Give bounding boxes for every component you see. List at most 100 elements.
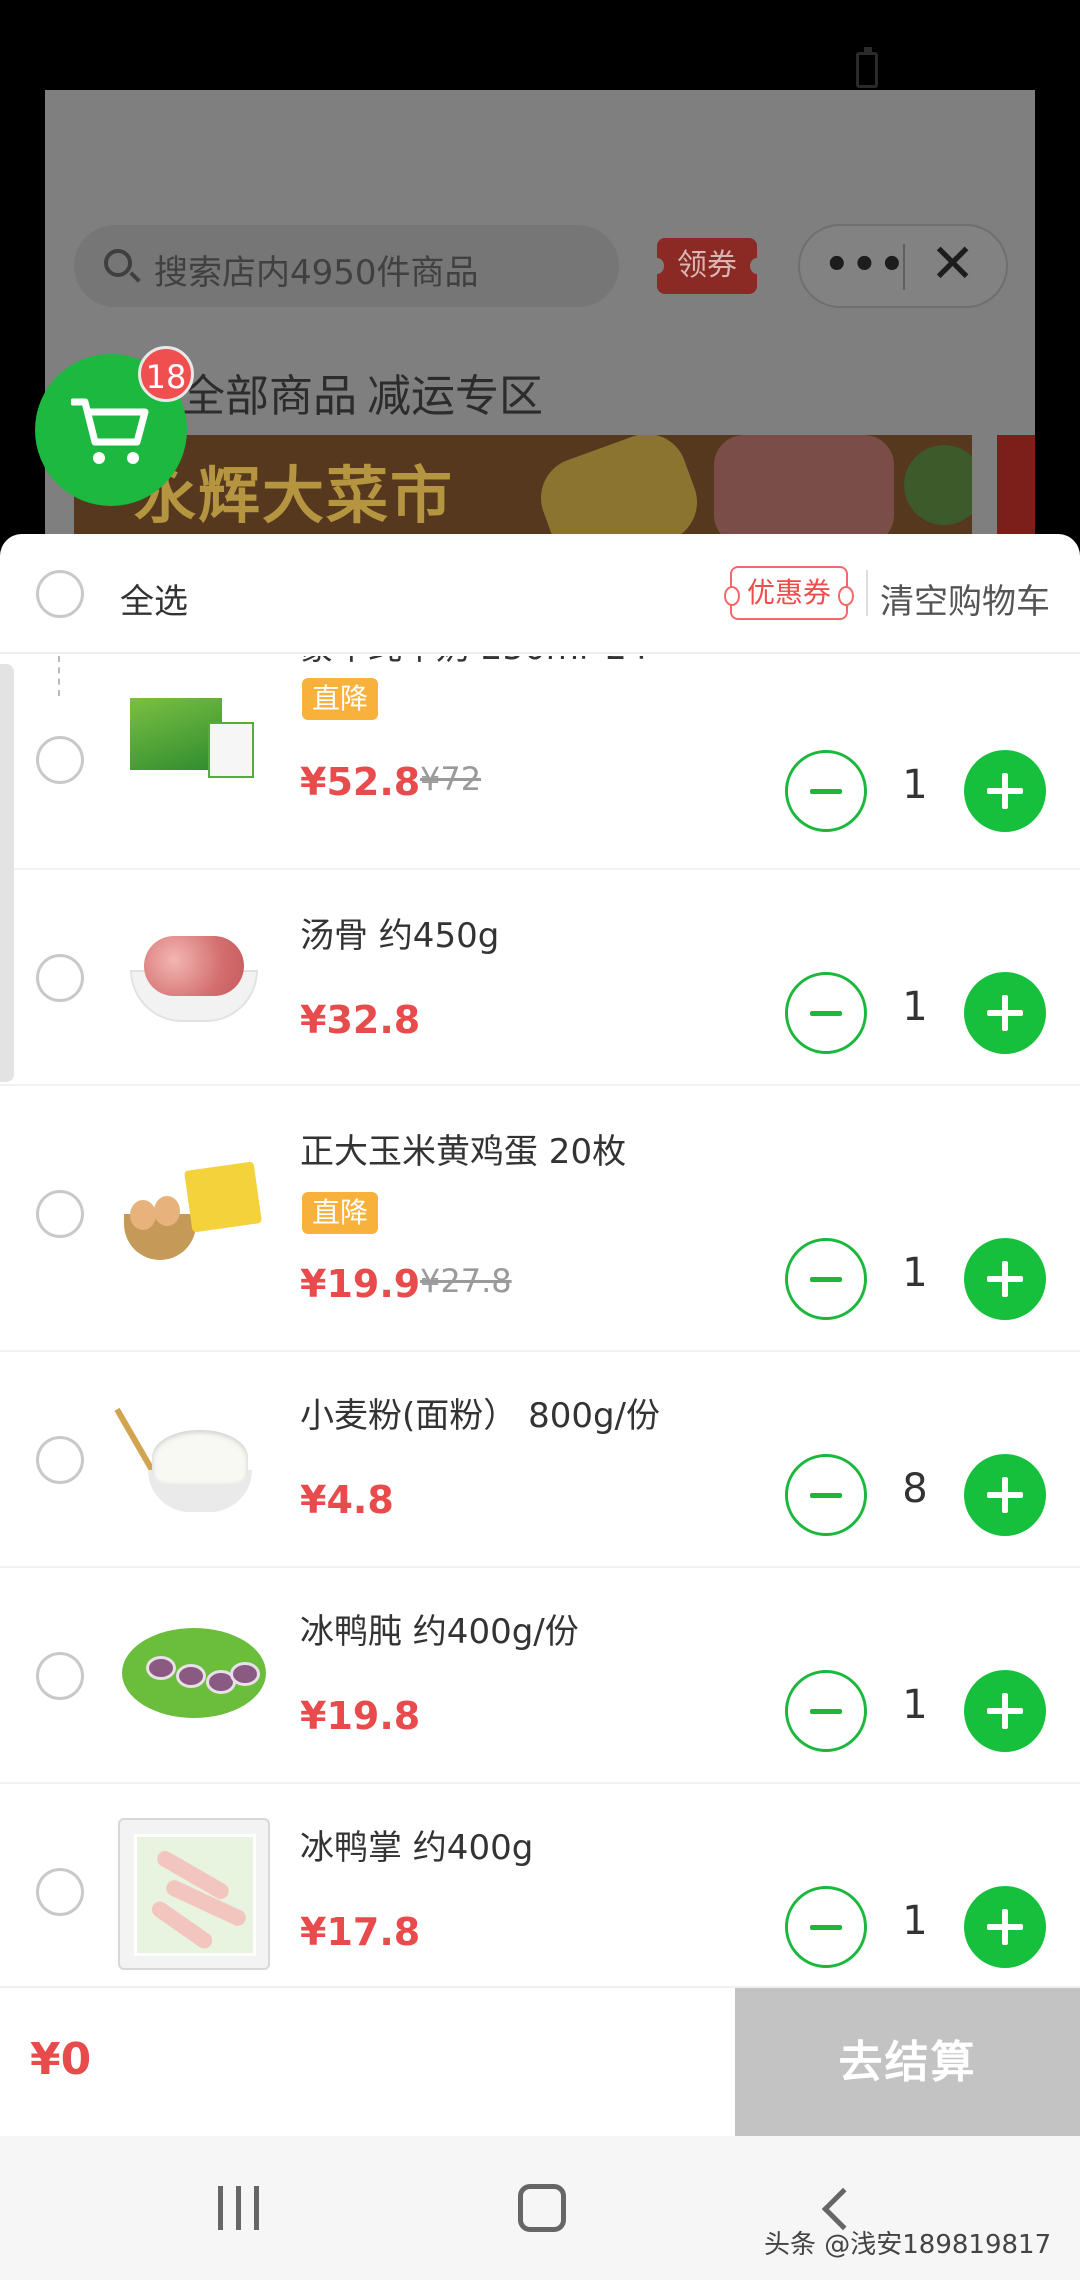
cart-header: 全选 优惠券 清空购物车	[0, 534, 1080, 654]
product-name[interactable]: 正大玉米黄鸡蛋 20枚	[300, 1124, 626, 1173]
increase-quantity-button[interactable]	[964, 1670, 1046, 1752]
quantity-value: 8	[902, 1466, 928, 1512]
watermark: 头条 @浅安189819817	[764, 2230, 1052, 2260]
search-placeholder: 搜索店内4950件商品	[154, 253, 479, 293]
tray-image	[134, 1834, 256, 1956]
price-drop-badge: 直降	[302, 678, 379, 720]
system-nav-bar: 头条 @浅安189819817	[0, 2136, 1080, 2280]
cart-item-list[interactable]: 蒙牛纯牛奶 250ml*24 直降 ¥52.8 ¥72 1 汤骨 约450g ¥…	[0, 656, 1080, 1990]
product-image[interactable]	[118, 900, 270, 1052]
increase-quantity-button[interactable]	[964, 1886, 1046, 1968]
tab-all-products[interactable]: 全部商品	[181, 360, 357, 424]
header-divider	[866, 570, 868, 616]
quantity-value: 1	[902, 1682, 928, 1728]
product-name[interactable]: 小麦粉(面粉） 800g/份	[300, 1388, 660, 1437]
cart-footer: ¥0 去结算	[0, 1986, 1080, 2136]
item-checkbox[interactable]	[36, 1190, 84, 1238]
quantity-value: 1	[902, 984, 928, 1030]
home-icon[interactable]	[518, 2184, 566, 2232]
original-price: ¥72	[420, 760, 482, 798]
product-image[interactable]	[118, 1136, 270, 1288]
cart-count-badge: 18	[138, 346, 194, 402]
decrease-quantity-button[interactable]	[785, 1670, 867, 1752]
cart-item: 冰鸭掌 约400g ¥17.8 1	[0, 1784, 1080, 1990]
product-price: ¥4.8	[300, 1478, 394, 1522]
quantity-value: 1	[902, 1898, 928, 1944]
item-checkbox[interactable]	[36, 736, 84, 784]
promo-banner[interactable]: 永辉大菜市	[74, 435, 972, 540]
decrease-quantity-button[interactable]	[785, 1454, 867, 1536]
cart-item: 正大玉米黄鸡蛋 20枚 直降 ¥19.9 ¥27.8 1	[0, 1086, 1080, 1352]
select-all-label[interactable]: 全选	[120, 574, 188, 623]
increase-quantity-button[interactable]	[964, 1238, 1046, 1320]
product-price: ¥19.9	[300, 1262, 421, 1306]
cart-item: 冰鸭肫 约400g/份 ¥19.8 1	[0, 1568, 1080, 1784]
duck-gizzard-image	[230, 1662, 260, 1686]
banner-corn-image	[529, 435, 709, 540]
store-page-background: 搜索店内4950件商品 领券 ••• ✕ 全部商品 减运专区 永辉大菜市	[45, 90, 1035, 540]
status-bar	[0, 0, 1080, 90]
banner-broccoli-image	[904, 445, 972, 525]
get-coupon-button[interactable]: 领券	[650, 238, 764, 294]
flour-image	[152, 1430, 248, 1484]
increase-quantity-button[interactable]	[964, 750, 1046, 832]
duck-gizzard-image	[146, 1656, 176, 1680]
cart-item: 小麦粉(面粉） 800g/份 ¥4.8 8	[0, 1352, 1080, 1568]
item-checkbox[interactable]	[36, 1436, 84, 1484]
price-drop-badge: 直降	[302, 1192, 379, 1234]
decrease-quantity-button[interactable]	[785, 972, 867, 1054]
decrease-quantity-button[interactable]	[785, 750, 867, 832]
capsule-divider	[903, 244, 905, 290]
checkout-button[interactable]: 去结算	[735, 1988, 1080, 2136]
increase-quantity-button[interactable]	[964, 972, 1046, 1054]
quantity-value: 1	[902, 762, 928, 808]
next-banner-edge	[997, 435, 1035, 540]
cart-item: 蒙牛纯牛奶 250ml*24 直降 ¥52.8 ¥72 1	[0, 656, 1080, 870]
search-icon	[104, 249, 132, 277]
mini-program-capsule: ••• ✕	[798, 224, 1008, 308]
cart-item: 汤骨 约450g ¥32.8 1	[0, 870, 1080, 1086]
egg-box-image	[184, 1161, 262, 1233]
list-connector-line	[58, 656, 60, 696]
original-price: ¥27.8	[420, 1262, 512, 1300]
recent-apps-icon[interactable]	[218, 2186, 262, 2230]
battery-icon	[856, 47, 878, 88]
product-image[interactable]	[118, 1818, 270, 1970]
product-name[interactable]: 汤骨 约450g	[300, 908, 499, 957]
cart-panel: 全选 优惠券 清空购物车 蒙牛纯牛奶 250ml*24 直降 ¥52.8 ¥72…	[0, 534, 1080, 2136]
product-image[interactable]	[118, 1598, 270, 1750]
product-price: ¥52.8	[300, 760, 421, 804]
item-checkbox[interactable]	[36, 1868, 84, 1916]
product-image[interactable]	[118, 670, 270, 822]
cart-total: ¥0	[30, 2034, 92, 2085]
pork-bone-image	[144, 936, 244, 996]
product-name[interactable]: 冰鸭掌 约400g	[300, 1820, 533, 1869]
select-all-checkbox[interactable]	[36, 570, 84, 618]
tab-discount-zone[interactable]: 减运专区	[367, 360, 543, 424]
store-search-bar[interactable]: 搜索店内4950件商品	[74, 225, 619, 307]
clear-cart-button[interactable]: 清空购物车	[880, 574, 1050, 623]
item-checkbox[interactable]	[36, 1652, 84, 1700]
product-name[interactable]: 冰鸭肫 约400g/份	[300, 1604, 579, 1653]
scroll-indicator[interactable]	[0, 664, 14, 1082]
item-checkbox[interactable]	[36, 954, 84, 1002]
banner-meat-image	[714, 435, 894, 540]
product-price: ¥17.8	[300, 1910, 421, 1954]
duck-gizzard-image	[176, 1664, 206, 1688]
banner-title: 永辉大菜市	[134, 459, 455, 532]
product-name[interactable]: 蒙牛纯牛奶 250ml*24	[300, 656, 649, 669]
more-icon[interactable]: •••	[824, 242, 907, 288]
decrease-quantity-button[interactable]	[785, 1238, 867, 1320]
quantity-value: 1	[902, 1250, 928, 1296]
shopping-cart-icon	[71, 398, 149, 464]
egg-image	[130, 1200, 156, 1230]
egg-image	[154, 1196, 180, 1226]
coupon-button[interactable]: 优惠券	[724, 566, 854, 620]
decrease-quantity-button[interactable]	[785, 1886, 867, 1968]
product-price: ¥19.8	[300, 1694, 421, 1738]
close-icon[interactable]: ✕	[930, 232, 975, 295]
increase-quantity-button[interactable]	[964, 1454, 1046, 1536]
product-price: ¥32.8	[300, 998, 421, 1042]
product-image[interactable]	[114, 1384, 270, 1536]
milk-carton-image	[208, 722, 254, 778]
